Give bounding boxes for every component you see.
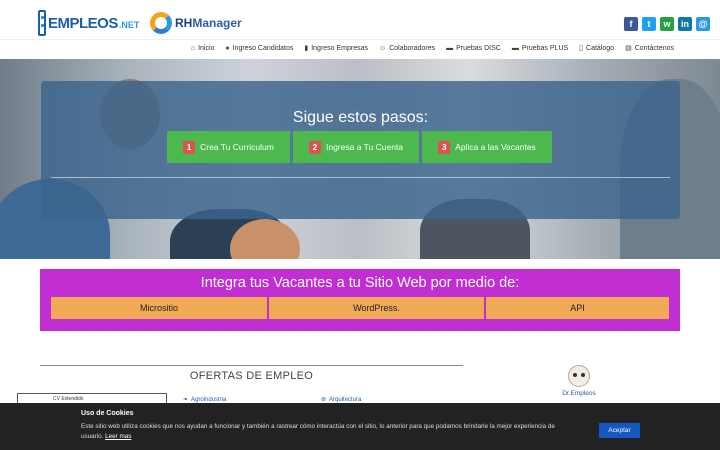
integra-panel: Integra tus Vacantes a tu Sitio Web por … (40, 269, 680, 331)
facebook-icon[interactable]: f (624, 17, 638, 31)
dr-empleos-widget[interactable]: Dr.Empleos (562, 365, 596, 397)
main-nav: ⌂ Inicio ● Ingreso Candidatos ▮ Ingreso Empre… (0, 40, 720, 59)
cv-extendido-label: CV Extendido (53, 396, 84, 402)
ofertas-divider (40, 365, 463, 366)
steps-panel: Sigue estos pasos: 1 Crea Tu Curriculum 2 I… (41, 81, 680, 219)
integra-option-api[interactable]: API (486, 297, 669, 319)
empleos-logo-mark-icon (38, 10, 46, 36)
category-label: Arquitectura (329, 396, 362, 403)
nav-item-label: Ingreso Empresas (311, 44, 369, 52)
site-header: EMPLEOS .NET RHManager f t w in @ (0, 0, 720, 40)
twitter-icon[interactable]: t (642, 17, 656, 31)
nav-item-pruebas-plus[interactable]: ▬ Pruebas PLUS (512, 44, 568, 52)
nav-item-label: Contáctenos (634, 44, 674, 52)
cookie-text: Este sitio web utiliza cookies que nos a… (81, 423, 555, 440)
steps-divider (51, 177, 670, 178)
empleos-logo[interactable]: EMPLEOS .NET (38, 9, 139, 37)
empleos-logo-suffix: .NET (118, 19, 140, 30)
ofertas-title: OFERTAS DE EMPLEO (189, 370, 314, 382)
compass-icon: ⊚ (321, 397, 327, 403)
category-link-arquitectura[interactable]: ⊚ Arquitectura (321, 396, 362, 404)
nav-item-label: Ingreso Candidatos (232, 44, 294, 52)
briefcase-icon: ▬ (446, 44, 454, 52)
rhmanager-logo-text: RHManager (175, 16, 242, 30)
rhmanager-ring-icon (150, 12, 172, 34)
nav-item-label: Pruebas PLUS (521, 44, 569, 52)
nav-item-ingreso-candidatos[interactable]: ● Ingreso Candidatos (225, 44, 293, 52)
user-icon: ● (225, 44, 230, 52)
category-label: Agroindustria (191, 396, 227, 403)
step-number-badge: 3 (438, 140, 451, 154)
category-link-agroindustria[interactable]: ❧ Agroindustria (183, 396, 227, 404)
nav-item-pruebas-disc[interactable]: ▬ Pruebas DISC (446, 44, 501, 52)
nav-item-label: Catálogo (586, 44, 615, 52)
step-label: Crea Tu Curriculum (200, 142, 274, 152)
building-icon: ▮ (304, 45, 309, 52)
whatsapp-icon[interactable]: w (660, 17, 674, 31)
step-label: Aplica a las Vacantes (455, 142, 536, 152)
smile-icon: ☺ (379, 44, 387, 52)
dr-empleos-avatar (568, 365, 590, 387)
leaf-icon: ❧ (183, 397, 189, 403)
home-icon: ⌂ (190, 44, 196, 52)
steps-title: Sigue estos pasos: (292, 109, 429, 126)
step-button-3[interactable]: 3 Aplica a las Vacantes (422, 131, 552, 163)
contact-card-icon: ▤ (625, 45, 632, 52)
step-number-badge: 2 (308, 140, 321, 154)
integra-option-wordpress[interactable]: WordPress. (269, 297, 484, 319)
step-button-2[interactable]: 2 Ingresa a Tu Cuenta (293, 131, 419, 163)
dr-empleos-name: Dr.Empleos (562, 390, 596, 397)
nav-item-catálogo[interactable]: ▯ Catálogo (579, 44, 615, 53)
nav-item-label: Inicio (198, 44, 215, 52)
nav-item-colaboradores[interactable]: ☺ Colaboradores (379, 44, 435, 52)
cookie-banner: Uso de Cookies Este sitio web utiliza co… (0, 403, 720, 450)
step-number-badge: 1 (183, 140, 196, 154)
linkedin-icon[interactable]: in (678, 17, 692, 31)
nav-item-ingreso-empresas[interactable]: ▮ Ingreso Empresas (304, 44, 369, 53)
email-icon[interactable]: @ (696, 17, 710, 31)
empleos-logo-text: EMPLEOS (48, 14, 118, 32)
nav-item-label: Pruebas DISC (456, 44, 501, 52)
nav-item-label: Colaboradores (389, 44, 436, 52)
file-icon: ▯ (579, 45, 584, 52)
cookie-accept-button[interactable]: Aceptar (599, 423, 640, 438)
integra-option-micrositio[interactable]: Micrositio (51, 297, 267, 319)
step-label: Ingresa a Tu Cuenta (325, 142, 404, 152)
step-button-1[interactable]: 1 Crea Tu Curriculum (167, 131, 290, 163)
nav-item-contáctenos[interactable]: ▤ Contáctenos (625, 44, 674, 53)
cookie-title: Uso de Cookies (81, 410, 134, 417)
integra-title: Integra tus Vacantes a tu Sitio Web por … (200, 275, 520, 291)
rhmanager-logo[interactable]: RHManager (150, 12, 242, 34)
cookie-read-more-link[interactable]: Leer mas (105, 433, 131, 440)
social-links: f t w in @ (624, 17, 710, 31)
nav-item-inicio[interactable]: ⌂ Inicio (191, 44, 215, 52)
briefcase-icon: ▬ (511, 44, 519, 52)
